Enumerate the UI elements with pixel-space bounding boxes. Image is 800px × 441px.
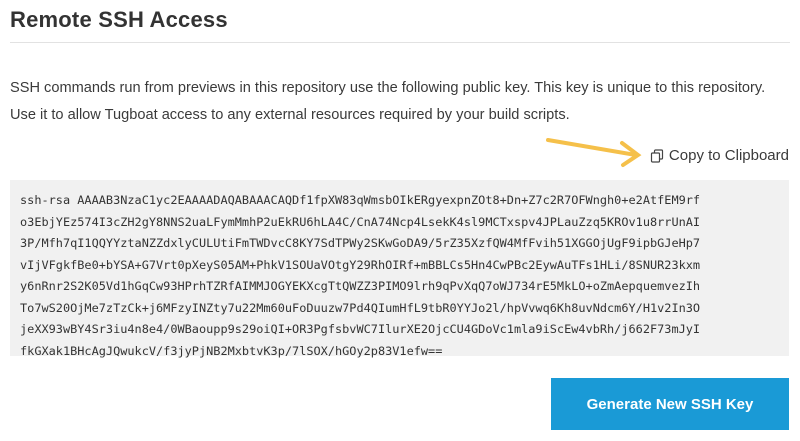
description-line-1: SSH commands run from previews in this r…	[10, 80, 766, 96]
public-key-line: ssh-rsa AAAAB3NzaC1yc2EAAAADAQABAAACAQDf…	[20, 193, 701, 207]
public-key-line: vIjVFgkfBe0+bYSA+G7Vrt0pXeyS05AM+PhkV1SO…	[20, 257, 701, 272]
public-key-line: y6nRnr2S2K05Vd1hGqCw93HPrhTZRfAIMMJOGYEK…	[20, 279, 701, 293]
public-key-line: 3P/Mfh7qI1QQYYztaNZZdxlyCULUtiFmTWDvcC8K…	[20, 236, 701, 250]
public-key-line: fkGXak1BHcAgJQwukcV/f3jyPjNB2MxbtvK3p/7l…	[20, 343, 443, 358]
public-key-box[interactable]: ssh-rsa AAAAB3NzaC1yc2EAAAADAQABAAACAQDf…	[10, 180, 789, 358]
public-key-line: To7wS20OjMe7zTzCk+j6MFzyINZty7u22Mm60uFo…	[20, 300, 701, 315]
copy-to-clipboard-label: Copy to Clipboard	[668, 147, 789, 164]
title-divider	[10, 42, 790, 43]
page-title: Remote SSH Access	[10, 7, 228, 32]
copy-icon	[650, 149, 664, 163]
copy-to-clipboard-link[interactable]: Copy to Clipboard	[650, 146, 789, 166]
public-key-line: o3EbjYEz574I3cZH2gY8NNS2uaLFymMmhP2uEkRU…	[20, 214, 701, 229]
arrow-pointer-icon	[542, 128, 648, 177]
generate-new-ssh-key-button[interactable]: Generate New SSH Key	[551, 378, 789, 430]
description-line-2: Use it to allow Tugboat access to any ex…	[10, 107, 570, 123]
public-key-line: jeXX93wBY4Sr3iu4n8e4/0WBaoupp9s29oiQI+OR…	[20, 322, 701, 336]
